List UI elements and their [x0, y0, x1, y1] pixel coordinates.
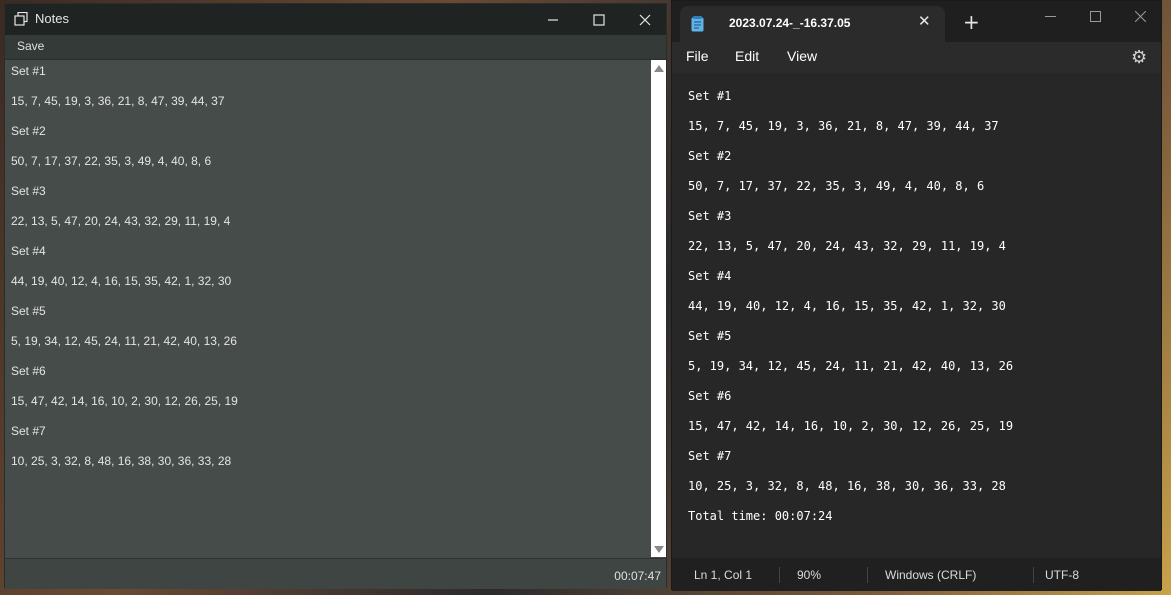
notes-window-title: Notes	[35, 11, 69, 26]
notepad-line: Set #3	[688, 209, 732, 223]
notepad-menu-bar: File Edit View ⚙	[672, 42, 1161, 73]
notepad-line: 15, 7, 45, 19, 3, 36, 21, 8, 47, 39, 44,…	[688, 119, 999, 133]
maximize-button[interactable]	[576, 4, 622, 35]
notepad-line: Set #6	[688, 389, 732, 403]
notes-line: Set #3	[11, 184, 46, 198]
notepad-line: 50, 7, 17, 37, 22, 35, 3, 49, 4, 40, 8, …	[688, 179, 985, 193]
notepad-window: 2023.07.24-_-16.37.05 ✕ + File Edit View…	[671, 0, 1162, 591]
notes-status-bar: 00:07:47	[5, 558, 666, 589]
gear-icon[interactable]: ⚙	[1131, 47, 1147, 68]
cursor-position: Ln 1, Col 1	[694, 568, 753, 582]
notes-line: 10, 25, 3, 32, 8, 48, 16, 38, 30, 36, 33…	[11, 454, 232, 468]
notes-line: Set #1	[11, 64, 46, 78]
notes-line: 44, 19, 40, 12, 4, 16, 15, 35, 42, 1, 32…	[11, 274, 232, 288]
notepad-line: Set #2	[688, 149, 732, 163]
notes-line: 15, 7, 45, 19, 3, 36, 21, 8, 47, 39, 44,…	[11, 94, 225, 108]
notes-window-icon	[14, 12, 28, 26]
close-icon	[1134, 10, 1146, 22]
notepad-line: Set #1	[688, 89, 732, 103]
notepad-tab-title: 2023.07.24-_-16.37.05	[729, 16, 851, 30]
notepad-maximize-button[interactable]	[1072, 1, 1118, 31]
notepad-line: Set #4	[688, 269, 732, 283]
notepad-text-area[interactable]: Set #1 15, 7, 45, 19, 3, 36, 21, 8, 47, …	[672, 73, 1161, 558]
close-tab-icon[interactable]: ✕	[918, 12, 931, 30]
notes-line: Set #6	[11, 364, 46, 378]
notes-line: Set #5	[11, 304, 46, 318]
minimize-icon	[548, 18, 558, 21]
minimize-button[interactable]	[530, 4, 576, 35]
notes-line: Set #7	[11, 424, 46, 438]
status-divider	[779, 567, 780, 583]
notes-text-area[interactable]: Set #1 15, 7, 45, 19, 3, 36, 21, 8, 47, …	[6, 60, 651, 557]
notes-line: Set #2	[11, 124, 46, 138]
notes-vertical-scrollbar[interactable]	[651, 60, 666, 557]
encoding: UTF-8	[1045, 568, 1079, 582]
notes-line: 5, 19, 34, 12, 45, 24, 11, 21, 42, 40, 1…	[11, 334, 237, 348]
notepad-status-bar: Ln 1, Col 1 90% Windows (CRLF) UTF-8	[672, 558, 1161, 591]
notepad-line: Total time: 00:07:24	[688, 509, 833, 523]
status-divider	[1033, 567, 1034, 583]
notepad-minimize-button[interactable]	[1027, 1, 1073, 31]
notes-menu-bar: Save	[5, 35, 666, 60]
notepad-line: 44, 19, 40, 12, 4, 16, 15, 35, 42, 1, 32…	[688, 299, 1006, 313]
notepad-line: Set #5	[688, 329, 732, 343]
plus-icon[interactable]: +	[963, 10, 980, 34]
zoom-level: 90%	[797, 568, 822, 582]
menu-file[interactable]: File	[686, 48, 709, 64]
notes-title-bar[interactable]: Notes	[5, 4, 666, 35]
save-button[interactable]: Save	[17, 39, 44, 53]
close-button[interactable]	[622, 4, 668, 35]
maximize-icon	[593, 13, 605, 26]
scroll-up-arrow-icon[interactable]	[654, 65, 664, 72]
notepad-tab[interactable]: 2023.07.24-_-16.37.05 ✕	[680, 6, 945, 42]
menu-view[interactable]: View	[787, 48, 817, 64]
notepad-line: 5, 19, 34, 12, 45, 24, 11, 21, 42, 40, 1…	[688, 359, 1014, 373]
notes-line: 15, 47, 42, 14, 16, 10, 2, 30, 12, 26, 2…	[11, 394, 238, 408]
notepad-file-icon	[691, 16, 704, 32]
notepad-line: 15, 47, 42, 14, 16, 10, 2, 30, 12, 26, 2…	[688, 419, 1014, 433]
notes-line: 22, 13, 5, 47, 20, 24, 43, 32, 29, 11, 1…	[11, 214, 231, 228]
notepad-line: 10, 25, 3, 32, 8, 48, 16, 38, 30, 36, 33…	[688, 479, 1006, 493]
notepad-line: Set #7	[688, 449, 732, 463]
notes-line: Set #4	[11, 244, 46, 258]
maximize-icon	[1089, 10, 1101, 22]
close-icon	[639, 14, 651, 25]
notes-line: 50, 7, 17, 37, 22, 35, 3, 49, 4, 40, 8, …	[11, 154, 212, 168]
scroll-down-arrow-icon[interactable]	[654, 546, 664, 553]
notepad-line: 22, 13, 5, 47, 20, 24, 43, 32, 29, 11, 1…	[688, 239, 1006, 253]
status-divider	[867, 567, 868, 583]
line-ending: Windows (CRLF)	[885, 568, 977, 582]
notepad-title-bar[interactable]: 2023.07.24-_-16.37.05 ✕ +	[672, 1, 1161, 42]
elapsed-timer: 00:07:47	[614, 569, 661, 583]
minimize-icon	[1044, 15, 1056, 17]
notepad-close-button[interactable]	[1117, 1, 1163, 31]
menu-edit[interactable]: Edit	[735, 48, 759, 64]
notes-window: Notes Save Set #1 15, 7, 45, 19, 3, 36, …	[4, 3, 667, 589]
